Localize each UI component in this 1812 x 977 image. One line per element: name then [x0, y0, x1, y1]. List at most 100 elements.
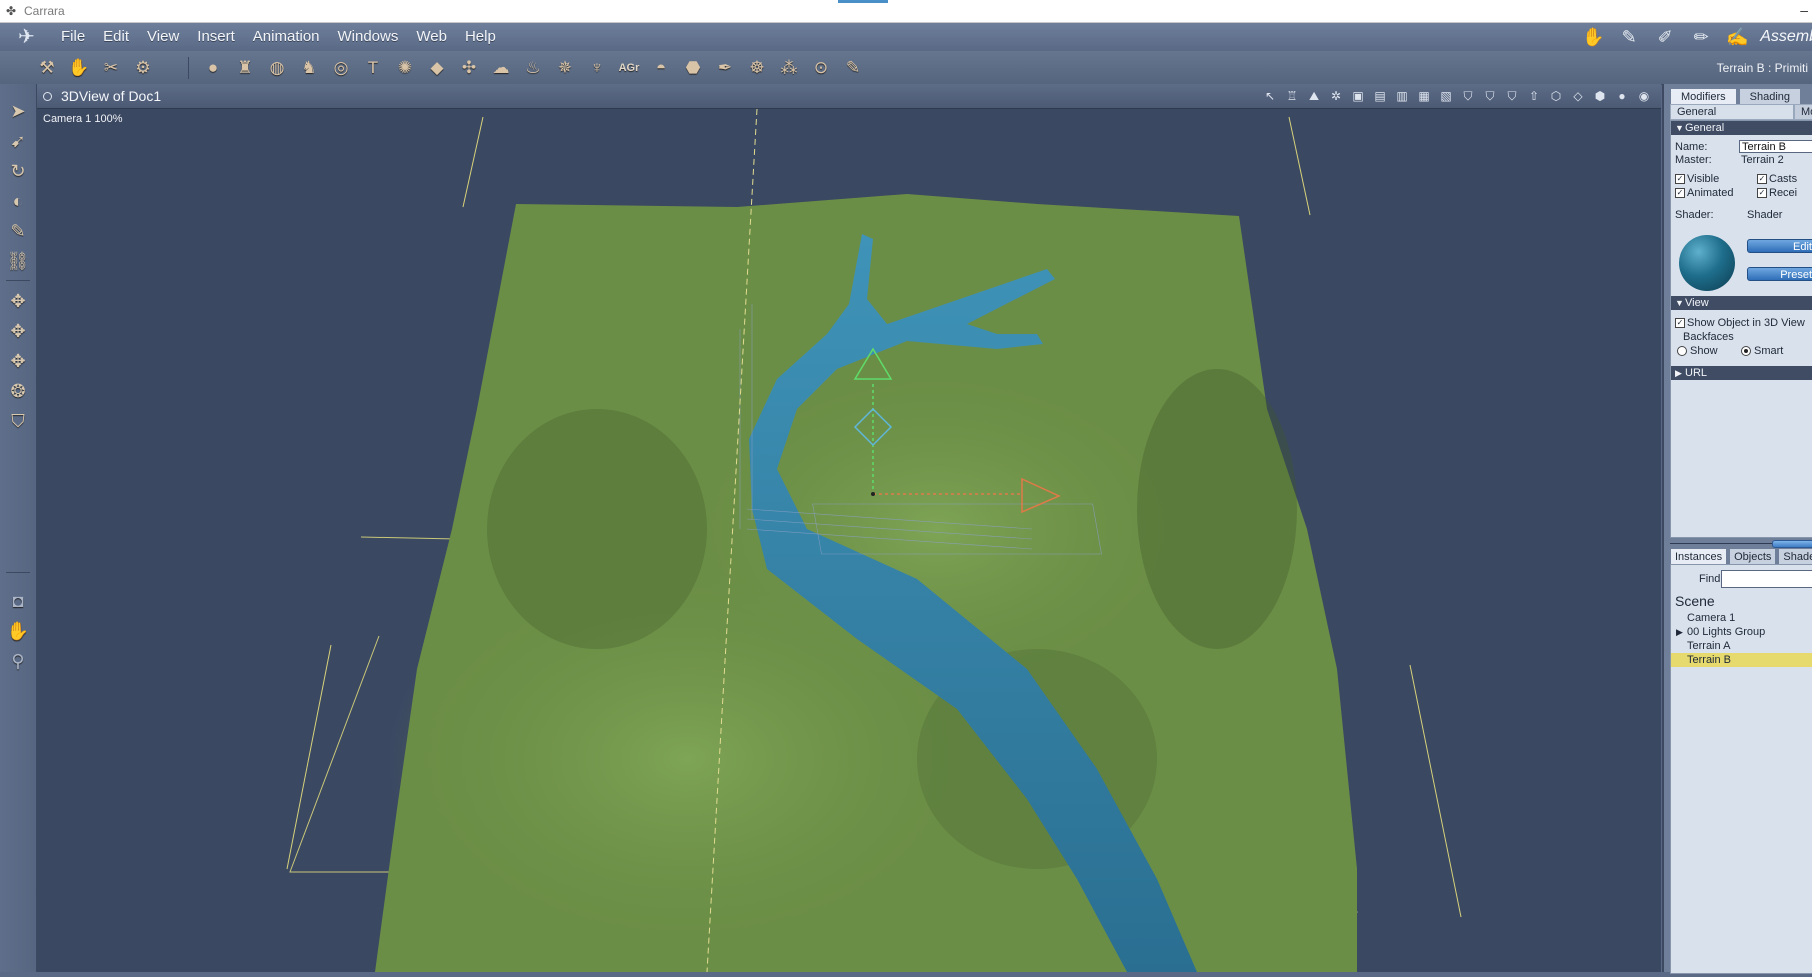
tab-shaders[interactable]: Shade: [1778, 548, 1812, 565]
viewport-menu-dot-icon[interactable]: [43, 92, 52, 101]
plant-icon[interactable]: ✣: [456, 56, 482, 80]
stone-icon[interactable]: ⬣: [680, 56, 706, 80]
gear-primitive-icon[interactable]: ✺: [392, 56, 418, 80]
paint-brush-icon[interactable]: ✎: [5, 218, 31, 244]
tree-item-terrain-a[interactable]: Terrain A: [1671, 639, 1812, 653]
receives-shadows-checkbox[interactable]: ✓ Recei: [1757, 187, 1797, 199]
carrara-logo-icon[interactable]: ✈: [18, 26, 44, 48]
tab-modifiers[interactable]: Modifiers: [1670, 88, 1737, 105]
move-xz-icon[interactable]: ✥: [5, 318, 31, 344]
visible-checkbox[interactable]: ✓ Visible: [1675, 173, 1719, 185]
zoom-magnifier-icon[interactable]: ⚲: [5, 648, 31, 674]
shield-icon[interactable]: ⛉: [5, 408, 31, 434]
view-lamp-icon[interactable]: ♖: [1283, 87, 1301, 105]
pan-hand-icon[interactable]: ✋: [5, 618, 31, 644]
preset-button[interactable]: Preset: [1747, 267, 1812, 281]
view-terrain-icon[interactable]: ⛰: [1305, 87, 1323, 105]
scissors-tool-icon[interactable]: ✂: [98, 56, 124, 80]
bowl-icon[interactable]: ◓: [648, 56, 674, 80]
backfaces-smart-radio[interactable]: Smart: [1741, 345, 1783, 357]
hand-tool-icon[interactable]: ✋: [66, 56, 92, 80]
subtab-general[interactable]: General: [1670, 104, 1794, 120]
target-icon[interactable]: ⊙: [808, 56, 834, 80]
terrain-scene[interactable]: [37, 108, 1661, 973]
trackball-icon[interactable]: ❂: [5, 378, 31, 404]
layout-quad-icon[interactable]: ▦: [1415, 87, 1433, 105]
agr-icon[interactable]: AGr: [616, 56, 642, 80]
view-section-header[interactable]: ▼View: [1671, 296, 1812, 310]
render-mode-1-icon[interactable]: ⛉: [1459, 87, 1477, 105]
menu-insert[interactable]: Insert: [188, 28, 244, 45]
group-icon[interactable]: ⁂: [776, 56, 802, 80]
menu-edit[interactable]: Edit: [94, 28, 138, 45]
view-wire-icon[interactable]: ⬡: [1547, 87, 1565, 105]
bug-icon[interactable]: ☸: [744, 56, 770, 80]
render-room-icon[interactable]: ✍: [1724, 26, 1750, 48]
general-section-header[interactable]: ▼General: [1671, 121, 1812, 135]
layout-split-v-icon[interactable]: ▥: [1393, 87, 1411, 105]
menu-windows[interactable]: Windows: [329, 28, 408, 45]
layout-three-icon[interactable]: ▧: [1437, 87, 1455, 105]
url-section-header[interactable]: ▶ URL: [1671, 366, 1812, 380]
move-yz-icon[interactable]: ✥: [5, 348, 31, 374]
select-arrow-icon[interactable]: ➤: [5, 98, 31, 124]
view-arrow-icon[interactable]: ⇧: [1525, 87, 1543, 105]
menu-help[interactable]: Help: [456, 28, 505, 45]
menu-animation[interactable]: Animation: [244, 28, 329, 45]
hammer-tool-icon[interactable]: ⚙: [130, 56, 156, 80]
globe-icon[interactable]: ◍: [264, 56, 290, 80]
model-room-icon[interactable]: ✎: [1616, 26, 1642, 48]
subtab-motion[interactable]: Mo: [1794, 104, 1812, 120]
tree-item-camera-1[interactable]: Camera 1: [1671, 611, 1812, 625]
splitter-knob[interactable]: [1772, 540, 1812, 548]
ring-icon[interactable]: ◎: [328, 56, 354, 80]
view-cube-icon[interactable]: ⬢: [1591, 87, 1609, 105]
animated-checkbox[interactable]: ✓ Animated: [1675, 187, 1733, 199]
backfaces-show-radio[interactable]: Show: [1677, 345, 1718, 357]
cloud-icon[interactable]: ☁: [488, 56, 514, 80]
figure-icon[interactable]: ♞: [296, 56, 322, 80]
link-icon[interactable]: ⛓: [5, 248, 31, 274]
menu-file[interactable]: File: [52, 28, 94, 45]
shader-preview-sphere[interactable]: [1679, 235, 1735, 291]
camera-icon[interactable]: ◘: [5, 588, 31, 614]
rotate-icon[interactable]: ↻: [5, 158, 31, 184]
text-icon[interactable]: T: [360, 56, 386, 80]
edit-shader-button[interactable]: Edit: [1747, 239, 1812, 253]
storyboard-room-icon[interactable]: ✐: [1652, 26, 1678, 48]
tab-instances[interactable]: Instances: [1670, 548, 1728, 565]
assemble-room-icon[interactable]: ✋: [1580, 26, 1606, 48]
pen-icon[interactable]: ✒: [712, 56, 738, 80]
name-field[interactable]: Terrain B: [1739, 140, 1812, 153]
fire-icon[interactable]: ♨: [520, 56, 546, 80]
view-sphere-icon[interactable]: ●: [1613, 87, 1631, 105]
menu-view[interactable]: View: [138, 28, 188, 45]
view-pointer-icon[interactable]: ↖: [1261, 87, 1279, 105]
menu-web[interactable]: Web: [407, 28, 456, 45]
hair-icon[interactable]: ♆: [584, 56, 610, 80]
show-in-3d-checkbox[interactable]: ✓ Show Object in 3D View: [1675, 317, 1805, 329]
move-xy-icon[interactable]: ✥: [5, 288, 31, 314]
scale-icon[interactable]: ◐: [5, 188, 31, 214]
casts-shadows-checkbox[interactable]: ✓ Casts: [1757, 173, 1797, 185]
move-arrow-icon[interactable]: ➹: [5, 128, 31, 154]
viewport-canvas[interactable]: Camera 1 100%: [37, 108, 1661, 973]
wrench-icon[interactable]: ✎: [840, 56, 866, 80]
tab-shading[interactable]: Shading: [1738, 88, 1801, 105]
view-sphere-shaded-icon[interactable]: ◉: [1635, 87, 1653, 105]
texture-room-icon[interactable]: ✏: [1688, 26, 1714, 48]
panel-splitter[interactable]: [1670, 540, 1812, 548]
find-input[interactable]: [1721, 570, 1812, 588]
minimize-button[interactable]: –: [1800, 2, 1808, 18]
spotlight-icon[interactable]: ♜: [232, 56, 258, 80]
particles-icon[interactable]: ✵: [552, 56, 578, 80]
expand-triangle-icon[interactable]: ▶: [1676, 625, 1683, 639]
view-gear-icon[interactable]: ✲: [1327, 87, 1345, 105]
render-mode-3-icon[interactable]: ⛉: [1503, 87, 1521, 105]
render-mode-2-icon[interactable]: ⛉: [1481, 87, 1499, 105]
3d-viewport[interactable]: 3DView of Doc1 ↖ ♖ ⛰ ✲ ▣ ▤ ▥ ▦ ▧ ⛉ ⛉ ⛉ ⇧…: [37, 84, 1661, 973]
tree-item-lights-group[interactable]: ▶ 00 Lights Group: [1671, 625, 1812, 639]
layout-split-h-icon[interactable]: ▤: [1371, 87, 1389, 105]
view-box-icon[interactable]: ◇: [1569, 87, 1587, 105]
tree-item-terrain-b[interactable]: Terrain B: [1671, 653, 1812, 667]
